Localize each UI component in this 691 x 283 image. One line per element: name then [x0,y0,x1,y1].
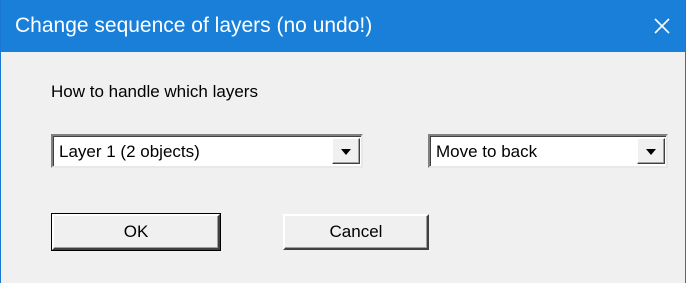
chevron-down-icon [646,142,656,160]
chevron-down-icon [341,142,351,160]
action-select-dropdown-button[interactable] [637,138,665,164]
action-select-value: Move to back [436,142,538,161]
action-select[interactable]: Move to back [428,134,668,168]
title-bar[interactable]: Change sequence of layers (no undo!) [1,0,685,52]
close-button[interactable] [639,0,685,52]
window-title: Change sequence of layers (no undo!) [15,14,373,37]
cancel-button-label: Cancel [329,222,383,241]
dialog-window: Change sequence of layers (no undo!) How… [0,0,686,283]
ok-button[interactable]: OK [51,213,221,251]
ok-button-label: OK [123,222,149,241]
layer-select[interactable]: Layer 1 (2 objects) [51,134,363,168]
layer-select-value: Layer 1 (2 objects) [59,142,200,161]
instruction-label: How to handle which layers [51,82,258,101]
close-icon [654,18,670,34]
cancel-button[interactable]: Cancel [283,214,429,250]
layer-select-dropdown-button[interactable] [332,138,360,164]
